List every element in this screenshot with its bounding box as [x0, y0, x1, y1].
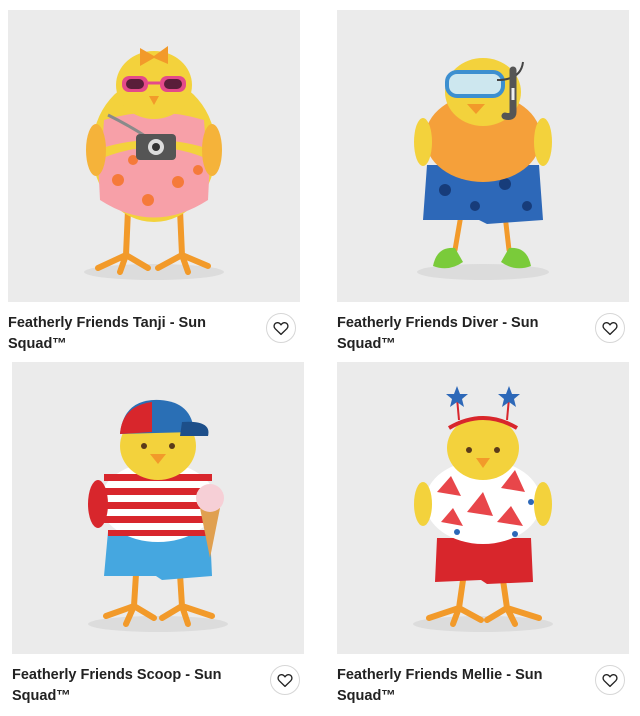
heart-outline-icon [273, 321, 289, 336]
product-card[interactable]: Featherly Friends Scoop - Sun Squad™ [12, 362, 308, 716]
product-image[interactable] [8, 10, 300, 302]
heart-outline-icon [277, 673, 293, 688]
product-image[interactable] [12, 362, 304, 654]
favorite-button[interactable] [266, 313, 296, 343]
product-title[interactable]: Featherly Friends Mellie - Sun Squad™ [337, 665, 577, 707]
product-title[interactable]: Featherly Friends Tanji - Sun Squad™ [8, 313, 248, 355]
heart-outline-icon [602, 321, 618, 336]
product-image[interactable] [337, 362, 629, 654]
favorite-button[interactable] [595, 313, 625, 343]
product-card[interactable]: Featherly Friends Mellie - Sun Squad™ [337, 362, 633, 716]
product-title[interactable]: Featherly Friends Scoop - Sun Squad™ [12, 665, 252, 707]
product-card[interactable]: Featherly Friends Diver - Sun Squad™ [337, 10, 633, 364]
bird-tanji-illustration [84, 46, 224, 280]
favorite-button[interactable] [270, 665, 300, 695]
bird-mellie-illustration [413, 386, 553, 632]
bird-diver-illustration [414, 58, 552, 280]
favorite-button[interactable] [595, 665, 625, 695]
bird-scoop-illustration [88, 399, 228, 632]
product-image[interactable] [337, 10, 629, 302]
heart-outline-icon [602, 673, 618, 688]
product-card[interactable]: Featherly Friends Tanji - Sun Squad™ [8, 10, 304, 364]
product-title[interactable]: Featherly Friends Diver - Sun Squad™ [337, 313, 577, 355]
